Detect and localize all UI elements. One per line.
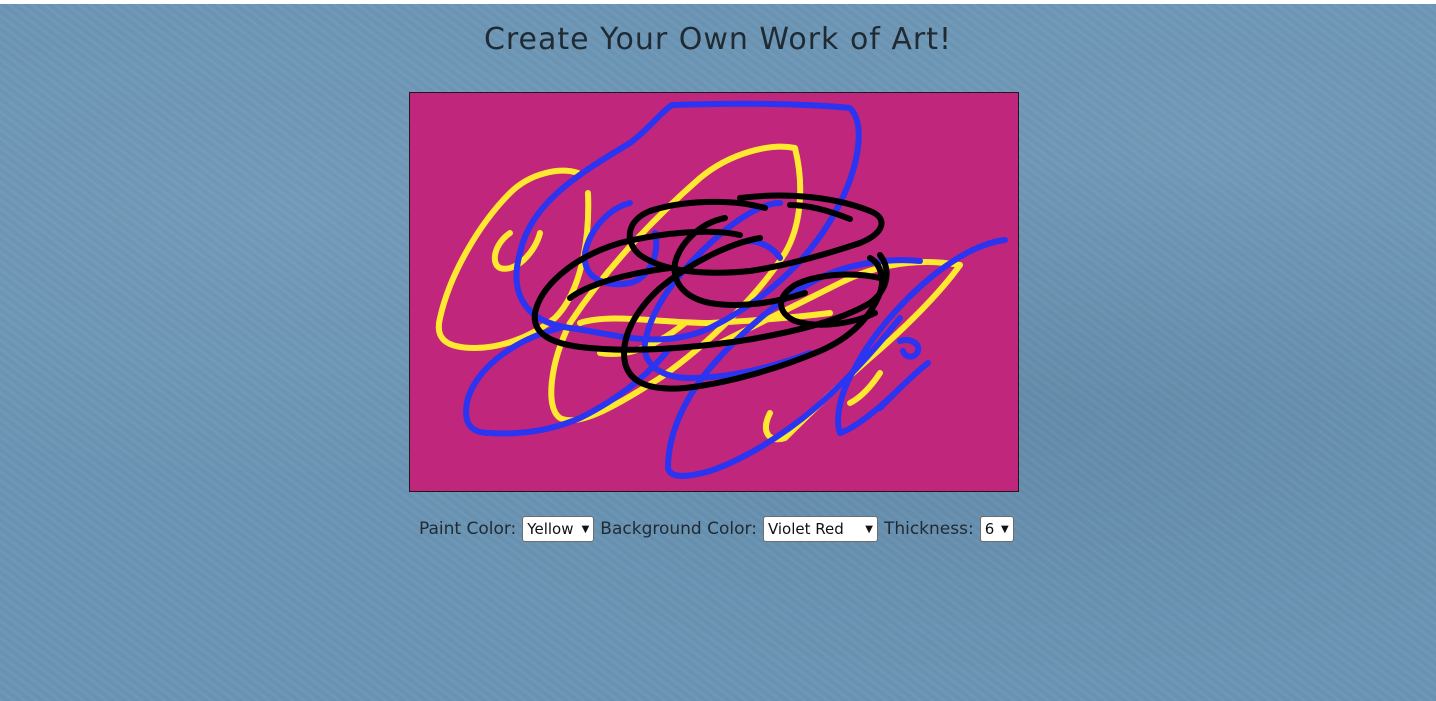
drawing-canvas[interactable] (409, 92, 1019, 492)
top-strip (0, 0, 1436, 4)
yellow-stroke (435, 167, 592, 351)
background-color-value: Violet Red (767, 520, 844, 538)
paint-color-select[interactable]: Yellow ▼ (522, 516, 595, 542)
controls-bar: Paint Color: Yellow ▼ Background Color: … (419, 516, 1014, 542)
drawing-svg[interactable] (410, 93, 1018, 491)
thickness-value: 6 (984, 520, 995, 538)
paint-color-value: Yellow (527, 520, 574, 538)
chevron-down-icon: ▼ (1000, 523, 1009, 535)
thickness-select[interactable]: 6 ▼ (979, 516, 1014, 542)
background-color-label: Background Color: (600, 519, 757, 539)
blue-stroke (897, 337, 922, 360)
blue-stroke (835, 237, 1008, 436)
yellow-stroke (847, 370, 883, 406)
thickness-label: Thickness: (883, 519, 974, 539)
chevron-down-icon: ▼ (865, 523, 873, 535)
blue-stroke (877, 360, 931, 411)
page-title: Create Your Own Work of Art! (483, 22, 953, 57)
paint-color-label: Paint Color: (419, 519, 517, 539)
background-color-select[interactable]: Violet Red ▼ (762, 516, 878, 542)
chevron-down-icon: ▼ (581, 523, 590, 535)
